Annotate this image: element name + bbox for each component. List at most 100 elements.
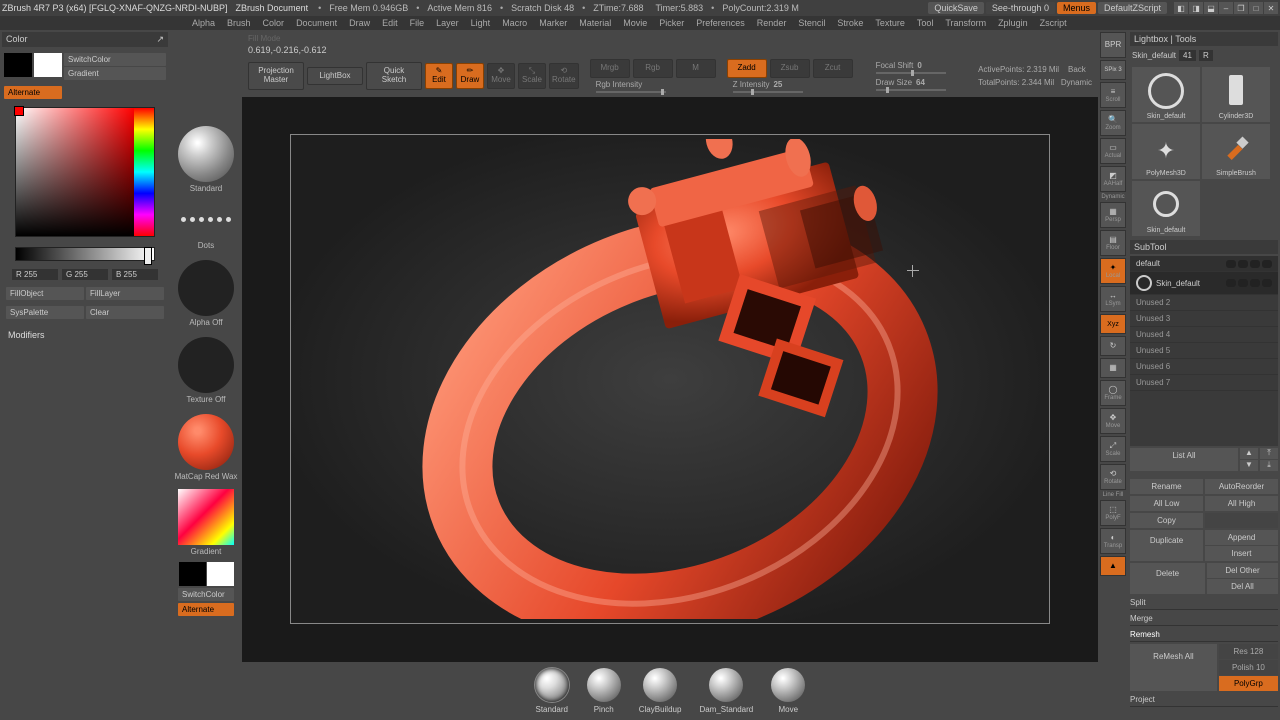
- drawsize-slider[interactable]: [876, 89, 946, 91]
- polish-slider[interactable]: Polish 10: [1219, 660, 1278, 675]
- subtool-unused-row[interactable]: Unused 6: [1130, 359, 1278, 375]
- zcut-button[interactable]: Zcut: [813, 59, 853, 78]
- alpha-thumb[interactable]: [178, 260, 234, 316]
- aahalf-button[interactable]: ◩AAHalf: [1100, 166, 1126, 192]
- edit-button[interactable]: ✎Edit: [425, 63, 453, 89]
- actual-button[interactable]: ▭Actual: [1100, 138, 1126, 164]
- insert-button[interactable]: Insert: [1205, 546, 1278, 561]
- zoom-button[interactable]: 🔍Zoom: [1100, 110, 1126, 136]
- tool-skindefault[interactable]: Skin_default: [1132, 67, 1200, 122]
- syspalette-button[interactable]: SysPalette: [6, 306, 84, 319]
- repeat-icon[interactable]: ↻: [1100, 336, 1126, 356]
- color-picker[interactable]: [15, 107, 155, 237]
- mrgb-button[interactable]: Mrgb: [590, 59, 630, 78]
- lightbox-header[interactable]: Lightbox | Tools: [1130, 32, 1278, 46]
- res-slider[interactable]: Res 128: [1219, 644, 1278, 659]
- zintensity-slider[interactable]: [733, 91, 803, 93]
- merge-section[interactable]: Merge: [1130, 612, 1278, 626]
- scroll-button[interactable]: ≡Scroll: [1100, 82, 1126, 108]
- nav-scale-button[interactable]: ⤢Scale: [1100, 436, 1126, 462]
- quicksketch-button[interactable]: Quick Sketch: [366, 62, 422, 90]
- subtool-unused-row[interactable]: Unused 7: [1130, 375, 1278, 391]
- move-down-icon[interactable]: ▼: [1240, 460, 1258, 471]
- duplicate-button[interactable]: Duplicate: [1130, 530, 1203, 561]
- texture-thumb[interactable]: [178, 337, 234, 393]
- default-zscript[interactable]: DefaultZScript: [1098, 2, 1167, 14]
- remeshall-button[interactable]: ReMesh All: [1130, 644, 1217, 691]
- clear-button[interactable]: Clear: [86, 306, 164, 319]
- menu-texture[interactable]: Texture: [875, 18, 905, 28]
- brush-thumb[interactable]: [178, 126, 234, 182]
- allhigh-button[interactable]: All High: [1205, 496, 1278, 511]
- floor-button[interactable]: ▤Floor: [1100, 230, 1126, 256]
- dock-v-icon[interactable]: ⬓: [1204, 2, 1218, 14]
- alllow-button[interactable]: All Low: [1130, 496, 1203, 511]
- projection-master-button[interactable]: Projection Master: [248, 62, 304, 90]
- shelf-damstandard[interactable]: Dam_Standard: [699, 668, 753, 714]
- r-value[interactable]: R 255: [12, 269, 58, 280]
- menu-preferences[interactable]: Preferences: [696, 18, 745, 28]
- tool-simplebrush[interactable]: SimpleBrush: [1202, 124, 1270, 179]
- shelf-claybuildup[interactable]: ClayBuildup: [639, 668, 682, 714]
- copy-button[interactable]: Copy: [1130, 513, 1203, 528]
- split-section[interactable]: Split: [1130, 596, 1278, 610]
- quicksave-button[interactable]: QuickSave: [928, 2, 984, 14]
- local-button[interactable]: ✦Local: [1100, 258, 1126, 284]
- persp-button[interactable]: ▦Persp: [1100, 202, 1126, 228]
- tool-cylinder3d[interactable]: Cylinder3D: [1202, 67, 1270, 122]
- zadd-button[interactable]: Zadd: [727, 59, 767, 78]
- r-toggle[interactable]: R: [1199, 50, 1213, 61]
- ghost-icon[interactable]: ▲: [1100, 556, 1126, 576]
- menu-stroke[interactable]: Stroke: [837, 18, 863, 28]
- nav-rotate-button[interactable]: ⟲Rotate: [1100, 464, 1126, 490]
- swatch-black[interactable]: [179, 562, 206, 586]
- shelf-move[interactable]: Move: [771, 668, 805, 714]
- dock-right-icon[interactable]: ◨: [1189, 2, 1203, 14]
- tool-polymesh3d[interactable]: ✦PolyMesh3D: [1132, 124, 1200, 179]
- autoreorder-button[interactable]: AutoReorder: [1205, 479, 1278, 494]
- menu-picker[interactable]: Picker: [659, 18, 684, 28]
- subtool-unused-row[interactable]: Unused 2: [1130, 295, 1278, 311]
- stroke-thumb[interactable]: [178, 199, 234, 239]
- focalshift-slider[interactable]: [876, 72, 946, 74]
- gradient-button[interactable]: Gradient: [64, 67, 166, 80]
- move-top-icon[interactable]: ⤒: [1260, 448, 1278, 459]
- fillobject-button[interactable]: FillObject: [6, 287, 84, 300]
- menu-tool[interactable]: Tool: [917, 18, 934, 28]
- menu-transform[interactable]: Transform: [945, 18, 986, 28]
- scale-button[interactable]: ⤡Scale: [518, 63, 546, 89]
- delall-button[interactable]: Del All: [1207, 579, 1278, 594]
- project-section[interactable]: Project: [1130, 693, 1278, 707]
- menu-material[interactable]: Material: [579, 18, 611, 28]
- grid-icon[interactable]: ▦: [1100, 358, 1126, 378]
- menu-layer[interactable]: Layer: [436, 18, 459, 28]
- listall-button[interactable]: List All: [1130, 448, 1238, 471]
- subtool-unused-row[interactable]: Unused 4: [1130, 327, 1278, 343]
- transp-button[interactable]: ◐Transp: [1100, 528, 1126, 554]
- swatch-white[interactable]: [207, 562, 234, 586]
- color-panel-header[interactable]: Color↗: [2, 32, 168, 47]
- color-swatch-primary[interactable]: [34, 53, 62, 77]
- rotate-button[interactable]: ⟲Rotate: [549, 63, 579, 89]
- seethrough-slider[interactable]: See-through 0: [986, 2, 1055, 14]
- draw-button[interactable]: ✏Draw: [456, 63, 484, 89]
- subtool-header[interactable]: SubTool: [1130, 240, 1278, 254]
- subtool-skindefault-row[interactable]: Skin_default: [1130, 272, 1278, 295]
- nav-move-button[interactable]: ✥Move: [1100, 408, 1126, 434]
- shelf-standard[interactable]: Standard: [535, 668, 569, 714]
- menu-document[interactable]: Document: [296, 18, 337, 28]
- menu-alpha[interactable]: Alpha: [192, 18, 215, 28]
- subtool-unused-row[interactable]: Unused 5: [1130, 343, 1278, 359]
- menus-toggle[interactable]: Menus: [1057, 2, 1096, 14]
- subtool-unused-row[interactable]: Unused 3: [1130, 311, 1278, 327]
- menu-light[interactable]: Light: [471, 18, 491, 28]
- menu-draw[interactable]: Draw: [349, 18, 370, 28]
- menu-movie[interactable]: Movie: [623, 18, 647, 28]
- tool-index[interactable]: 41: [1179, 50, 1196, 61]
- xyz-button[interactable]: Xyz: [1100, 314, 1126, 334]
- m-button[interactable]: M: [676, 59, 716, 78]
- rename-button[interactable]: Rename: [1130, 479, 1203, 494]
- bpr-button[interactable]: BPR: [1100, 32, 1126, 58]
- lightbox-button[interactable]: LightBox: [307, 67, 363, 86]
- maximize-icon[interactable]: □: [1249, 2, 1263, 14]
